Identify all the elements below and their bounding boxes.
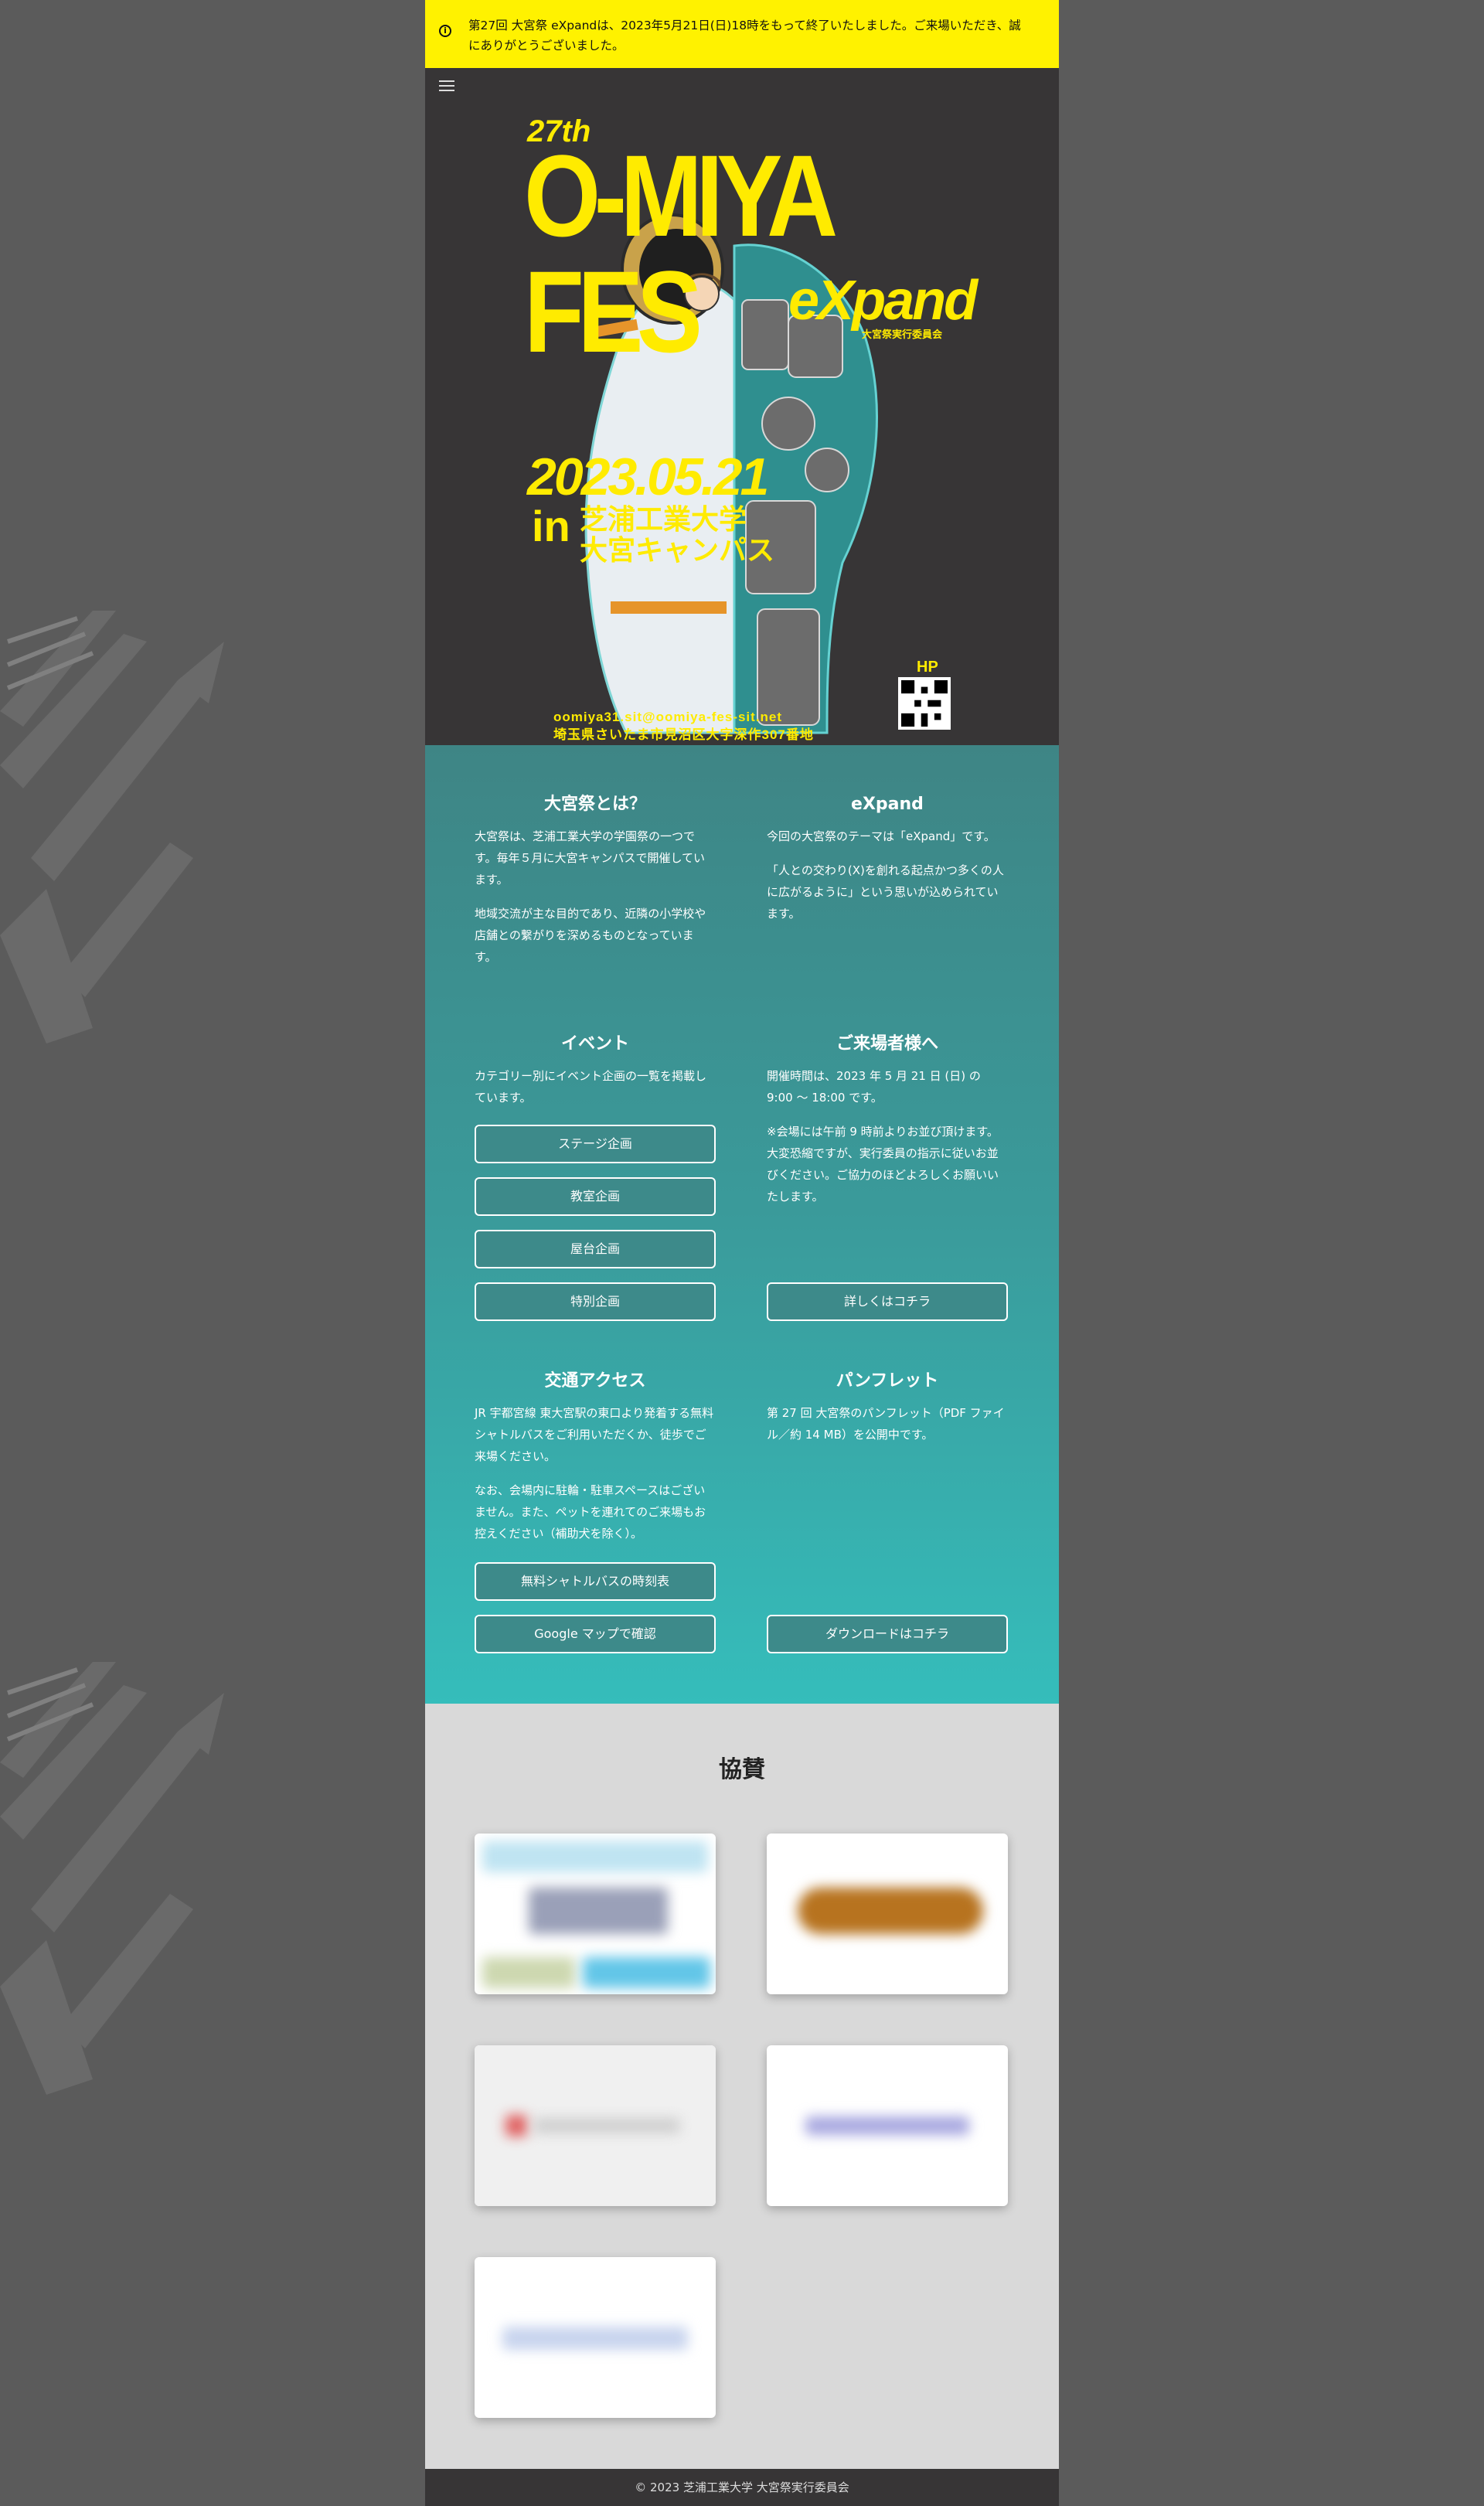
closing-notice-banner: i 第27回 大宮祭 eXpandは、2023年5月21日(日)18時をもって終… xyxy=(425,0,1059,68)
visitor-details-button[interactable]: 詳しくはコチラ xyxy=(767,1282,1008,1321)
info-icon: i xyxy=(439,25,451,37)
pamphlet-text: 第 27 回 大宮祭のパンフレット（PDF ファイル／約 14 MB）を公開中で… xyxy=(767,1406,1005,1442)
visitors-text-1: 開催時間は、2023 年 5 月 21 日 (日) の 9:00 〜 18:00… xyxy=(767,1069,981,1105)
sponsors-title: 協賛 xyxy=(719,1756,765,1783)
pamphlet-download-button[interactable]: ダウンロードはコチラ xyxy=(767,1615,1008,1653)
pamphlet-title: パンフレット xyxy=(836,1371,939,1391)
expand-text-2: 「人との交わり(X)を創れる起点かつ多くの人に広がるように」という思いが込められ… xyxy=(767,863,1004,921)
sponsor-logo-card[interactable] xyxy=(475,2045,716,2206)
poster-in: in xyxy=(532,502,570,550)
access-title: 交通アクセス xyxy=(544,1371,646,1391)
poster-hp-label: HP xyxy=(917,659,938,676)
visitors-section: ご来場者様へ 開催時間は、2023 年 5 月 21 日 (日) の 9:00 … xyxy=(767,1033,1008,1207)
about-text-1: 大宮祭は、芝浦工業大学の学園祭の一つです。毎年５月に大宮キャンパスで開催していま… xyxy=(475,829,706,887)
access-section: 交通アクセス JR 宇都宮線 東大宮駅の東口より発着する無料シャトルバスをご利用… xyxy=(475,1370,716,1544)
events-text: カテゴリー別にイベント企画の一覧を掲載しています。 xyxy=(475,1069,707,1105)
about-text-2: 地域交流が主な目的であり、近隣の小学校や店舗との繋がりを深めるものとなっています… xyxy=(475,907,706,964)
pamphlet-section: パンフレット 第 27 回 大宮祭のパンフレット（PDF ファイル／約 14 M… xyxy=(767,1370,1008,1445)
sponsors-section: 協賛 xyxy=(425,1704,1059,2469)
footer-copyright: © 2023 芝浦工業大学 大宮祭実行委員会 xyxy=(425,2469,1059,2506)
visitors-text-2: ※会場には午前 9 時前よりお並び頂けます。大変恐縮ですが、実行委員の指示に従い… xyxy=(767,1125,999,1204)
poster-campus: 大宮キャンパス xyxy=(580,534,775,566)
expand-section: eXpand 今回の大宮祭のテーマは「eXpand」です。 「人との交わり(X)… xyxy=(767,793,1008,924)
special-events-button[interactable]: 特別企画 xyxy=(475,1282,716,1321)
sponsor-logo-card[interactable] xyxy=(767,2045,1008,2206)
qr-code-icon xyxy=(898,677,951,730)
sponsor-logo-card[interactable] xyxy=(475,2257,716,2418)
classroom-events-button[interactable]: 教室企画 xyxy=(475,1177,716,1216)
rocket-background-art xyxy=(0,611,224,1044)
stage-events-button[interactable]: ステージ企画 xyxy=(475,1125,716,1163)
access-text-2: なお、会場内に駐輪・駐車スペースはございません。また、ペットを連れてのご来場もお… xyxy=(475,1483,706,1541)
events-section: イベント カテゴリー別にイベント企画の一覧を掲載しています。 xyxy=(475,1033,716,1108)
festival-poster: 27th O-MIYA FES eXpand 大宮祭実行委員会 2023.05.… xyxy=(425,68,1059,745)
info-section: 大宮祭とは？ 大宮祭は、芝浦工業大学の学園祭の一つです。毎年５月に大宮キャンパス… xyxy=(425,745,1059,1704)
poster-committee: 大宮祭実行委員会 xyxy=(862,329,943,340)
access-text-1: JR 宇都宮線 東大宮駅の東口より発着する無料シャトルバスをご利用いただくか、徒… xyxy=(475,1406,714,1463)
poster-address: 埼玉県さいたま市見沼区大字深作307番地 xyxy=(553,727,814,742)
expand-title: eXpand xyxy=(851,795,924,814)
sponsor-logo-card[interactable] xyxy=(767,1834,1008,1994)
page-container: i 第27回 大宮祭 eXpandは、2023年5月21日(日)18時をもって終… xyxy=(425,0,1059,2506)
rocket-background-art xyxy=(0,1662,224,2095)
sponsor-logo-card[interactable] xyxy=(475,1834,716,1994)
poster-theme: eXpand xyxy=(788,270,978,332)
visitors-title: ご来場者様へ xyxy=(836,1034,938,1054)
food-stall-events-button[interactable]: 屋台企画 xyxy=(475,1230,716,1268)
notice-text: 第27回 大宮祭 eXpandは、2023年5月21日(日)18時をもって終了い… xyxy=(468,19,1021,53)
about-section: 大宮祭とは？ 大宮祭は、芝浦工業大学の学園祭の一つです。毎年５月に大宮キャンパス… xyxy=(475,793,716,968)
shuttle-timetable-button[interactable]: 無料シャトルバスの時刻表 xyxy=(475,1562,716,1601)
poster-contact-email: oomiya31.sit@oomiya-fes-sit.net xyxy=(553,710,783,724)
about-title: 大宮祭とは？ xyxy=(543,795,646,814)
events-title: イベント xyxy=(560,1034,629,1054)
google-maps-button[interactable]: Google マップで確認 xyxy=(475,1615,716,1653)
expand-text-1: 今回の大宮祭のテーマは「eXpand」です。 xyxy=(767,829,996,843)
